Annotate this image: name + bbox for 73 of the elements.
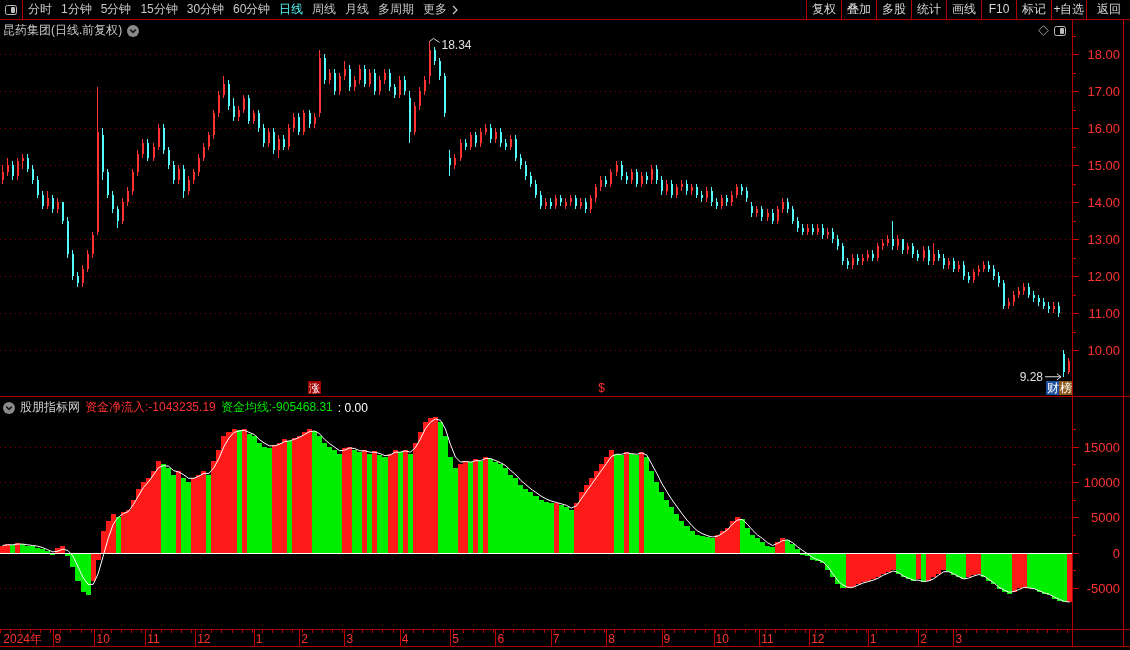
month-label: 1 — [869, 632, 877, 646]
month-label: 6 — [497, 632, 505, 646]
more-button[interactable]: 更多 — [423, 0, 459, 19]
month-label: 12 — [197, 632, 211, 646]
period-tab[interactable]: 日线 — [279, 0, 304, 19]
month-label: 2 — [920, 632, 927, 646]
arrow-icon — [1044, 373, 1062, 381]
indicator-reading: : 0.00 — [337, 400, 368, 415]
price-tick-label: 15.00 — [1087, 158, 1120, 173]
diamond-icon[interactable] — [1038, 25, 1049, 36]
month-label: 12 — [811, 632, 825, 646]
month-label: 1 — [255, 632, 263, 646]
low-price-label: 9.28 — [1019, 370, 1043, 385]
value-tick-label: 0 — [1112, 546, 1120, 561]
event-mark: $ — [598, 381, 605, 395]
month-label: 7 — [552, 632, 560, 646]
value-tick-label: 10000 — [1083, 475, 1120, 490]
period-tab[interactable]: 周线 — [312, 0, 337, 19]
price-tick-label: 11.00 — [1088, 306, 1120, 321]
month-label: 3 — [955, 632, 963, 646]
panel-icon[interactable] — [1054, 25, 1066, 36]
indicator-reading: 资金净流入:-1043235.19 — [85, 399, 216, 416]
panel-icon[interactable] — [5, 4, 17, 15]
toolbar-button[interactable]: 叠加 — [841, 0, 876, 19]
toolbar-button[interactable]: +自选 — [1051, 0, 1086, 19]
chevron-right-icon — [452, 4, 459, 15]
info-badge[interactable]: 榜 — [1059, 381, 1072, 395]
chevron-down-icon[interactable] — [3, 401, 15, 414]
toolbar-button[interactable]: 多股 — [876, 0, 911, 19]
period-tab[interactable]: 15分钟 — [140, 0, 178, 19]
month-label: 10 — [715, 632, 729, 646]
month-label: 3 — [346, 632, 354, 646]
indicator-name: 股朋指标网 — [20, 399, 80, 416]
value-tick-label: -5000 — [1086, 581, 1120, 596]
period-tab[interactable]: 1分钟 — [61, 0, 92, 19]
period-tab[interactable]: 多周期 — [378, 0, 415, 19]
toolbar-button[interactable]: 复权 — [806, 0, 841, 19]
period-tab[interactable]: 5分钟 — [100, 0, 132, 19]
month-label: 8 — [608, 632, 615, 646]
month-label: 11 — [147, 632, 160, 646]
chart-title: 昆药集团(日线.前复权) — [3, 22, 123, 39]
month-label: 2024年 — [3, 632, 42, 646]
month-label: 2 — [301, 632, 308, 646]
info-badge[interactable]: 财 — [1046, 381, 1059, 395]
toolbar-button[interactable]: 返回 — [1086, 0, 1130, 19]
event-tag: 涨 — [308, 381, 321, 394]
period-tab[interactable]: 月线 — [345, 0, 370, 19]
value-tick-label: 5000 — [1091, 510, 1120, 525]
price-tick-label: 10.00 — [1087, 343, 1120, 358]
toolbar-button[interactable]: 标记 — [1016, 0, 1051, 19]
price-tick-label: 17.00 — [1087, 84, 1120, 99]
month-label: 9 — [54, 632, 62, 646]
price-tick-label: 12.00 — [1087, 269, 1120, 284]
month-label: 11 — [761, 632, 774, 646]
high-price-label: 18.34 — [441, 38, 472, 53]
period-tab[interactable]: 60分钟 — [233, 0, 271, 19]
pointer-line-icon — [429, 37, 440, 43]
period-tab[interactable]: 30分钟 — [186, 0, 225, 19]
month-label: 9 — [663, 632, 671, 646]
toolbar-button[interactable]: 画线 — [946, 0, 981, 19]
price-tick-label: 18.00 — [1087, 47, 1120, 62]
toolbar-button[interactable]: 统计 — [911, 0, 946, 19]
month-label: 5 — [452, 632, 459, 646]
month-label: 10 — [96, 632, 110, 646]
indicator-reading: 资金均线:-905468.31 — [220, 399, 333, 416]
value-tick-label: 15000 — [1083, 440, 1120, 455]
month-label: 4 — [401, 632, 409, 646]
period-tab[interactable]: 分时 — [28, 0, 52, 19]
price-tick-label: 13.00 — [1087, 232, 1120, 247]
price-tick-label: 16.00 — [1087, 121, 1120, 136]
price-tick-label: 14.00 — [1087, 195, 1120, 210]
toolbar-button[interactable]: F10 — [981, 0, 1016, 19]
chevron-down-icon[interactable] — [127, 24, 140, 37]
